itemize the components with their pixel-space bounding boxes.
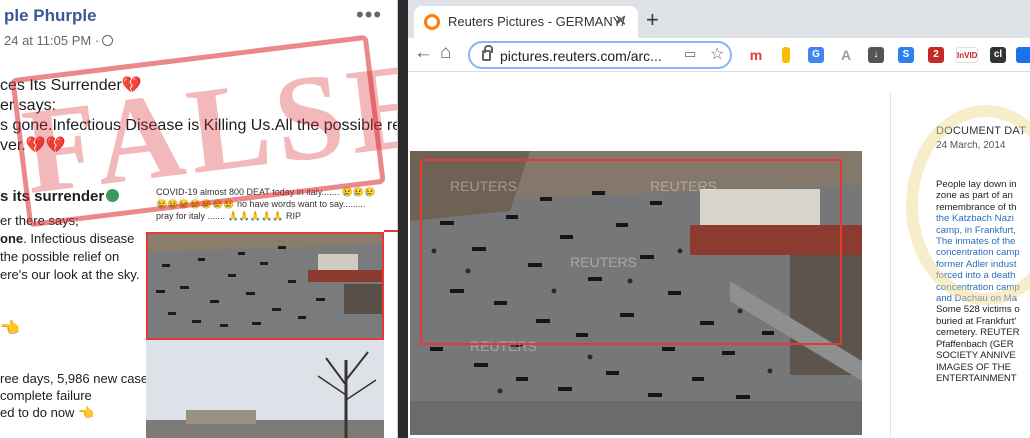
- new-tab-icon[interactable]: +: [646, 7, 659, 33]
- extension-s-icon[interactable]: S: [898, 47, 914, 63]
- extension-badge-icon[interactable]: 2: [928, 47, 944, 63]
- extension-invid-icon[interactable]: InVID: [956, 47, 978, 63]
- trees-photo-thumbnail[interactable]: [146, 340, 384, 438]
- caption-line: The inmates of the: [936, 236, 1016, 248]
- extension-translate-icon[interactable]: G: [808, 47, 824, 63]
- shared-title: s its surrender: [0, 188, 120, 205]
- reuters-page: REUTERS REUTERS REUTERS REUTERS DOCUMENT…: [408, 73, 1030, 438]
- photo-thumbnail-image: [148, 234, 382, 338]
- shared-line: er there says;: [0, 213, 79, 228]
- post-line: ces Its Surrender💔: [0, 77, 142, 94]
- back-arrow-icon[interactable]: ←: [414, 42, 433, 64]
- tab-reuters-pictures[interactable]: Reuters Pictures - GERMANY/ ✕: [414, 6, 638, 38]
- shared-line: ere's our look at the sky.: [0, 267, 140, 282]
- document-date-label: DOCUMENT DAT: [936, 125, 1026, 137]
- caption-line: concentration camp: [936, 247, 1020, 259]
- shared-line: one. Infectious disease: [0, 231, 135, 246]
- caption-line: concentration camp: [936, 281, 1020, 293]
- extension-mic-icon[interactable]: [782, 47, 790, 63]
- shared-line: the possible relief on: [0, 249, 120, 264]
- shared-body-2: ree days, 5,986 new cases i complete fai…: [0, 370, 161, 421]
- tweet-line: 😢😢😢😢😢😢😢 no have words want to say.......…: [156, 199, 366, 209]
- pointing-emoji: 👈: [0, 320, 20, 337]
- extension-m-icon[interactable]: m: [748, 47, 764, 63]
- address-bar[interactable]: pictures.reuters.com/arc... ▭ ☆: [468, 41, 732, 69]
- caption-line: former Adler indust: [936, 258, 1017, 270]
- tweet-text: COVID-19 almost 800 DEAT today in italy.…: [156, 186, 375, 222]
- post-line: ver.💔💔: [0, 137, 66, 154]
- post-timestamp[interactable]: 24 at 11:05 PM ·: [4, 33, 114, 48]
- tab-title: Reuters Pictures - GERMANY/: [448, 14, 625, 29]
- watermark-text-4: REUTERS: [470, 338, 537, 354]
- lock-icon: [482, 45, 493, 61]
- cast-icon[interactable]: ▭: [684, 46, 696, 62]
- shared-body: er there says; one. Infectious disease t…: [0, 212, 140, 284]
- caption-line: Some 528 victims o: [936, 304, 1020, 316]
- more-options-icon[interactable]: •••: [356, 2, 382, 28]
- url-text: pictures.reuters.com/arc...: [500, 48, 662, 64]
- post-line: s gone.Infectious Disease is Killing Us.…: [0, 117, 398, 134]
- extension-a-icon[interactable]: A: [838, 47, 854, 63]
- document-info: DOCUMENT DAT 24 March, 2014 People lay d…: [906, 105, 1030, 384]
- bookmark-star-icon[interactable]: ☆: [710, 44, 724, 64]
- caption-line: forced into a death: [936, 270, 1016, 282]
- home-icon[interactable]: ⌂: [440, 42, 451, 64]
- shared-post: s its surrender er there says; one. Infe…: [0, 180, 161, 438]
- tab-strip: Reuters Pictures - GERMANY/ ✕ +: [408, 0, 1030, 38]
- caption-line: Pfaffenbach (GER: [936, 338, 1014, 350]
- caption-line: remembrance of th: [936, 201, 1017, 213]
- reuters-favicon-icon: [424, 14, 440, 30]
- caption-line: ENTERTAINMENT: [936, 372, 1017, 384]
- post-line: er says:: [0, 97, 57, 114]
- extension-blue-icon[interactable]: [1016, 47, 1030, 63]
- caption-line: buried at Frankfurt': [936, 315, 1017, 327]
- caption-line: People lay down in: [936, 179, 1017, 190]
- photo-caption: People lay down in zone as part of an re…: [936, 179, 1030, 384]
- trees-image: [146, 340, 384, 438]
- shared-line: ed to do now 👈: [0, 405, 95, 420]
- sidebar-divider: [890, 93, 891, 438]
- watermark-text-1: REUTERS: [450, 178, 517, 194]
- caption-line: IMAGES OF THE: [936, 361, 1011, 373]
- caption-line: SOCIETY ANNIVE: [936, 350, 1016, 362]
- globe-icon: [102, 35, 114, 46]
- caption-line: zone as part of an: [936, 190, 1013, 202]
- shared-line: ree days, 5,986 new cases i: [0, 371, 162, 386]
- reuters-photo[interactable]: REUTERS REUTERS REUTERS REUTERS: [410, 151, 862, 435]
- extension-cl-icon[interactable]: cl: [990, 47, 1006, 63]
- caption-line: camp, in Frankfurt,: [936, 224, 1016, 236]
- panel-divider: [398, 0, 408, 438]
- caption-line: cemetery. REUTER: [936, 327, 1020, 339]
- caption-line: and Dachau on Ma: [936, 293, 1018, 305]
- browser-window: Reuters Pictures - GERMANY/ ✕ + ← ⌂ pict…: [408, 0, 1030, 438]
- square-photo-thumbnail[interactable]: [146, 232, 384, 340]
- tweet-line: COVID-19 almost 800 DEAT today in italy.…: [156, 187, 376, 197]
- tweet-line: pray for italy ....... 🙏🙏🙏🙏🙏 RIP: [156, 211, 302, 221]
- post-text: ces Its Surrender💔 er says: s gone.Infec…: [0, 76, 398, 156]
- watermark-text-3: REUTERS: [570, 254, 637, 270]
- document-date: 24 March, 2014: [936, 140, 1006, 151]
- extension-download-icon[interactable]: ↓: [868, 47, 884, 63]
- caption-line: the Katzbach Nazi: [936, 213, 1014, 225]
- post-author[interactable]: ple Phurple: [4, 6, 97, 26]
- close-tab-icon[interactable]: ✕: [614, 11, 627, 31]
- watermark-text-2: REUTERS: [650, 178, 717, 194]
- tweet-panel: COVID-19 almost 800 DEAT today in italy.…: [146, 180, 384, 438]
- shared-line: complete failure: [0, 388, 92, 403]
- square-crowd-image: REUTERS REUTERS REUTERS REUTERS: [410, 151, 862, 435]
- earth-icon: [106, 189, 120, 202]
- browser-toolbar: ← ⌂ pictures.reuters.com/arc... ▭ ☆ m G …: [408, 38, 1030, 72]
- facebook-post: ple Phurple 24 at 11:05 PM · ••• ces Its…: [0, 0, 398, 438]
